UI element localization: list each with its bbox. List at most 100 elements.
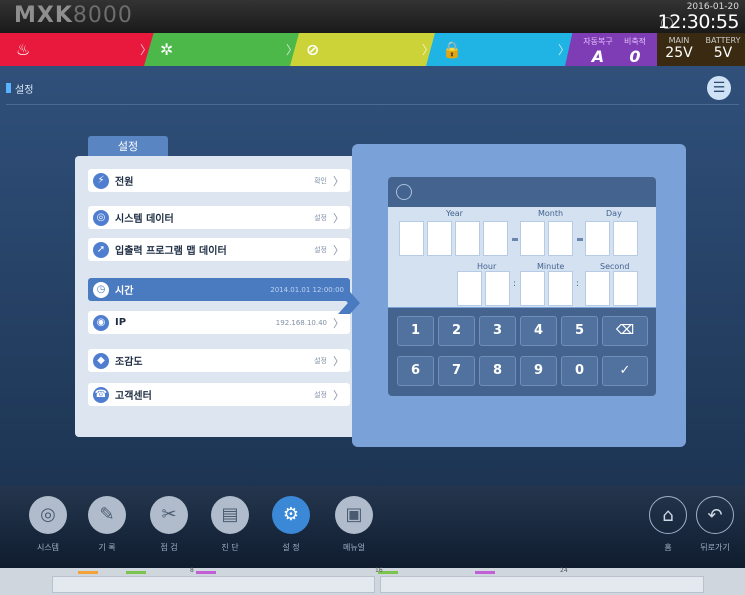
settings-row-io-map[interactable]: ➚ 입출력 프로그램 맵 데이터 설정 〉 <box>88 238 350 261</box>
tab-settings[interactable]: 설정 <box>88 136 168 157</box>
siren-indicator[interactable]: 비축적 0 <box>612 33 658 66</box>
nav-back[interactable]: ↶ 뒤로가기 <box>693 496 737 553</box>
key-1[interactable]: 1 <box>397 316 434 346</box>
book-icon: ▣ <box>335 496 373 534</box>
target-icon: ◉ <box>93 314 109 331</box>
headset-icon: ☎ <box>93 386 109 403</box>
time-separator: : <box>513 279 517 289</box>
month-digit-input[interactable] <box>548 221 573 256</box>
month-digit-input[interactable] <box>520 221 545 256</box>
key-9[interactable]: 9 <box>520 356 557 386</box>
settings-row-ip[interactable]: ◉ IP 192.168.10.40 〉 <box>88 311 350 334</box>
status-strip: ♨ 〉 ✲ 〉 ⊘ 〉 🔒 〉 자동복구 A 비축적 0 <box>0 33 745 66</box>
second-label: Second <box>600 262 630 271</box>
day-digit-input[interactable] <box>613 221 638 256</box>
breadcrumb: 설정 <box>0 78 745 98</box>
row-value: 설정 <box>314 390 327 399</box>
row-label: 시간 <box>115 286 134 297</box>
settings-row-system-data[interactable]: ◎ 시스템 데이터 설정 〉 <box>88 206 350 229</box>
list-menu-button[interactable]: ☰ <box>707 76 731 100</box>
hour-label: Hour <box>477 262 497 271</box>
key-4[interactable]: 4 <box>520 316 557 346</box>
time-separator: : <box>576 279 580 289</box>
nav-home[interactable]: ⌂ 홈 <box>646 496 690 553</box>
minute-label: Minute <box>537 262 565 271</box>
main-power-label: MAIN <box>668 36 690 45</box>
confirm-button[interactable]: ✓ <box>602 356 648 386</box>
minute-digit-input[interactable] <box>548 271 573 306</box>
row-value: 설정 <box>314 245 327 254</box>
chevron-right-icon: 〉 <box>333 243 344 257</box>
key-5[interactable]: 5 <box>561 316 598 346</box>
home-icon: ⌂ <box>649 496 687 534</box>
checkmark-icon: ✓ <box>619 363 631 378</box>
date-separator <box>512 238 518 241</box>
footer-panel-right <box>380 576 704 593</box>
day-digit-input[interactable] <box>585 221 610 256</box>
compass-icon: ➚ <box>93 241 109 258</box>
settings-panel: ⚡ 전원 확인 〉 ◎ 시스템 데이터 설정 〉 ➚ 입출력 프로그램 맵 데이… <box>75 156 365 437</box>
backspace-icon: ⌫ <box>615 323 635 338</box>
key-2[interactable]: 2 <box>438 316 475 346</box>
footer-panel-left <box>52 576 375 593</box>
row-value: 192.168.10.40 <box>275 318 327 327</box>
editor-header <box>388 177 656 207</box>
second-digit-input[interactable] <box>613 271 638 306</box>
time-display: 12:30:55 <box>657 11 740 33</box>
nav-label: 뒤로가기 <box>700 543 730 552</box>
clock-icon: ◷ <box>93 281 109 298</box>
status-fire[interactable]: ♨ 〉 <box>0 33 158 66</box>
date-separator <box>577 238 583 241</box>
settings-row-power[interactable]: ⚡ 전원 확인 〉 <box>88 169 350 192</box>
year-digit-input[interactable] <box>427 221 452 256</box>
nav-inspection[interactable]: ✂ 점 검 <box>147 496 191 553</box>
settings-row-overview[interactable]: ◆ 조감도 설정 〉 <box>88 349 350 372</box>
backspace-button[interactable]: ⌫ <box>602 316 648 346</box>
bottom-nav: ◎ 시스템 ✎ 기 록 ✂ 점 검 ▤ 진 단 ⚙ 설 정 ▣ 메뉴얼 ⌂ 홈 … <box>0 486 745 568</box>
hour-digit-input[interactable] <box>485 271 510 306</box>
month-label: Month <box>538 209 564 218</box>
battery-power: BATTERY 5V <box>701 33 745 61</box>
chevron-right-icon: 〉 <box>333 354 344 368</box>
nav-label: 메뉴얼 <box>342 543 366 552</box>
second-digit-input[interactable] <box>585 271 610 306</box>
gear-icon: ✲ <box>160 40 174 59</box>
hour-digit-input[interactable] <box>457 271 482 306</box>
minute-digit-input[interactable] <box>520 271 545 306</box>
main-area: 설정 ☰ 설정 ⚡ 전원 확인 〉 ◎ 시스템 데이터 설정 〉 ➚ 입출력 프… <box>0 66 745 486</box>
settings-row-time[interactable]: ◷ 시간 2014.01.01 12:00:00 <box>88 278 350 301</box>
layers-icon: ◆ <box>93 352 109 369</box>
nav-settings[interactable]: ⚙ 설 정 <box>269 496 313 553</box>
row-value: 설정 <box>314 356 327 365</box>
indicator-segment <box>475 571 495 574</box>
indicator-segment <box>126 571 146 574</box>
year-digit-input[interactable] <box>455 221 480 256</box>
key-6[interactable]: 6 <box>397 356 434 386</box>
footer-mark: 8 <box>190 567 194 574</box>
key-0[interactable]: 0 <box>561 356 598 386</box>
status-block[interactable]: ⊘ 〉 <box>290 33 440 66</box>
year-digit-input[interactable] <box>483 221 508 256</box>
nav-diagnosis[interactable]: ▤ 진 단 <box>208 496 252 553</box>
nav-label: 홈 <box>664 543 672 552</box>
nav-manual[interactable]: ▣ 메뉴얼 <box>332 496 376 553</box>
key-8[interactable]: 8 <box>479 356 516 386</box>
key-7[interactable]: 7 <box>438 356 475 386</box>
settings-row-customer-center[interactable]: ☎ 고객센터 설정 〉 <box>88 383 350 406</box>
nav-label: 시스템 <box>36 543 60 552</box>
status-lock[interactable]: 🔒 〉 <box>426 33 576 66</box>
year-digit-input[interactable] <box>399 221 424 256</box>
nav-system[interactable]: ◎ 시스템 <box>26 496 70 553</box>
chevron-right-icon: 〉 <box>333 316 344 330</box>
main-power: MAIN 25V <box>657 33 701 61</box>
indicator-segment <box>196 571 216 574</box>
tools-icon: ✂ <box>150 496 188 534</box>
key-3[interactable]: 3 <box>479 316 516 346</box>
nav-records[interactable]: ✎ 기 록 <box>85 496 129 553</box>
status-equipment[interactable]: ✲ 〉 <box>144 33 304 66</box>
numeric-keypad: 1 2 3 4 5 ⌫ 6 7 8 9 0 ✓ <box>388 308 656 396</box>
plug-icon: ⚡ <box>93 172 109 189</box>
footer-mark: 16 <box>375 567 383 574</box>
row-label: IP <box>115 317 127 328</box>
main-power-value: 25V <box>665 45 693 61</box>
